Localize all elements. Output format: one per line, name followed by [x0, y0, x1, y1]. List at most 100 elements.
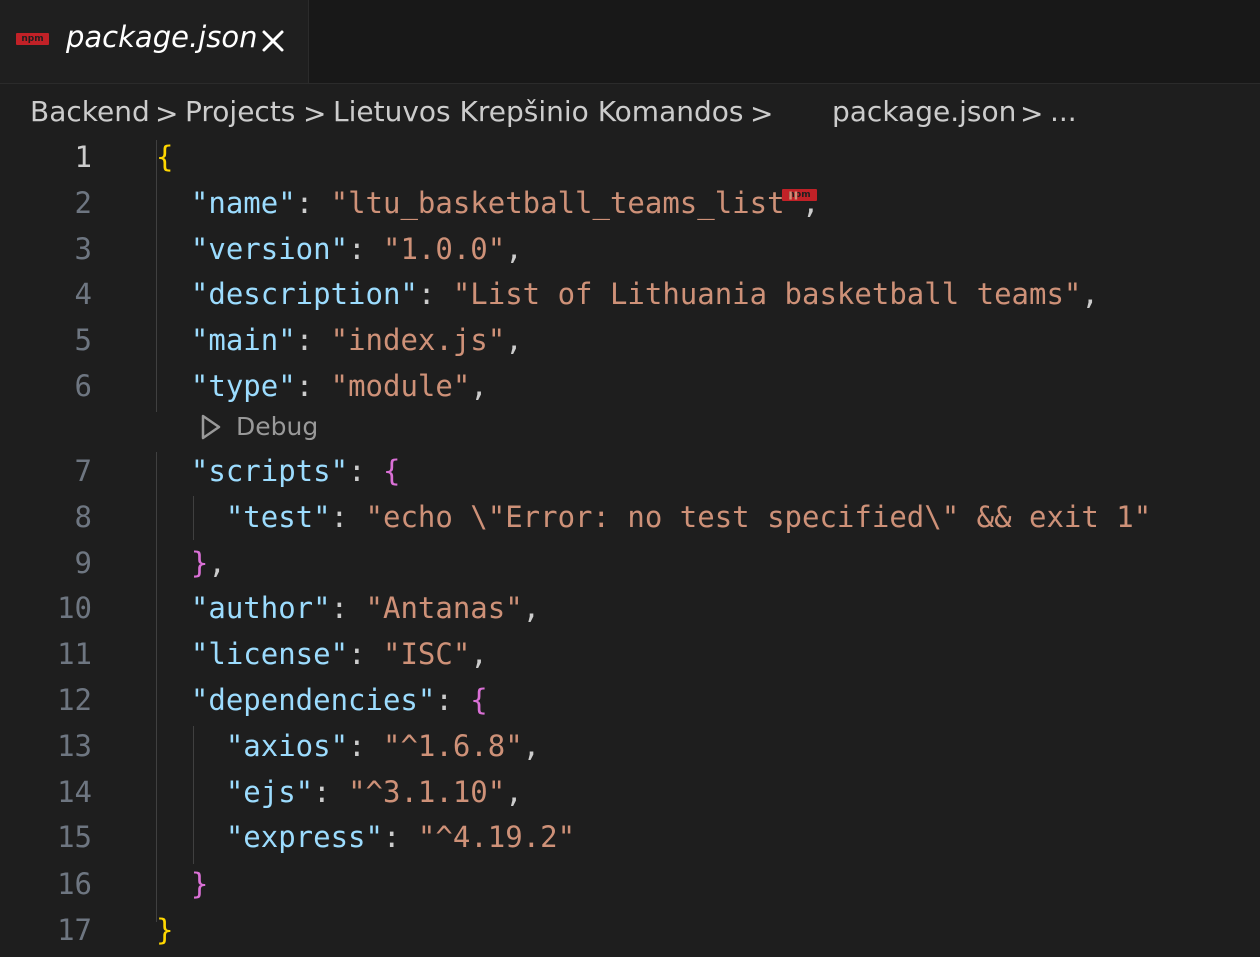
code-line[interactable]: "license": "ISC",	[156, 637, 488, 671]
json-string: "module"	[330, 369, 471, 403]
play-icon	[201, 414, 221, 439]
breadcrumb-separator: >	[303, 97, 327, 130]
code-line[interactable]: "express": "^4.19.2"	[156, 820, 575, 854]
line-number: 1	[74, 140, 92, 174]
code-line[interactable]: "type": "module",	[156, 369, 488, 403]
json-string: "^1.6.8"	[382, 729, 523, 763]
code-line[interactable]: {	[156, 140, 173, 174]
json-punctuation	[156, 454, 191, 488]
json-punctuation: ,	[522, 591, 541, 625]
json-string: "index.js"	[330, 323, 506, 357]
close-icon[interactable]	[258, 26, 288, 56]
code-line[interactable]: }	[156, 913, 173, 947]
json-punctuation: ,	[505, 323, 523, 357]
json-punctuation: :	[417, 277, 453, 311]
json-brace: {	[470, 683, 488, 717]
line-number: 3	[74, 232, 92, 266]
json-punctuation	[156, 323, 191, 357]
npm-icon: npm	[16, 33, 49, 45]
line-number: 12	[57, 683, 92, 717]
json-string: "ISC"	[382, 637, 471, 671]
json-punctuation: :	[348, 232, 383, 266]
tab-bar: npm package.json	[0, 0, 1260, 84]
line-number: 7	[74, 454, 92, 488]
tab-package-json[interactable]: npm package.json	[0, 0, 309, 83]
code-line[interactable]: "ejs": "^3.1.10",	[156, 775, 523, 809]
json-punctuation	[156, 500, 226, 534]
json-punctuation: :	[348, 729, 383, 763]
code-line[interactable]: "dependencies": {	[156, 683, 488, 717]
code-line[interactable]: },	[156, 546, 226, 580]
json-punctuation	[156, 546, 191, 580]
indent-guide	[156, 452, 157, 922]
json-punctuation: ,	[505, 775, 523, 809]
json-string: "echo \"Error: no test specified\" && ex…	[365, 500, 1152, 534]
json-punctuation: ,	[505, 232, 523, 266]
json-punctuation: :	[348, 637, 383, 671]
json-punctuation: :	[295, 323, 331, 357]
code-editor[interactable]: 1 2 3 4 5 6 7 8 9 10 11 12 13 14 15 16 17 { "name": "ltu…	[0, 138, 1260, 957]
json-key: "axios"	[225, 729, 349, 763]
json-punctuation: :	[295, 369, 331, 403]
debug-codelens[interactable]: Debug	[200, 412, 318, 441]
debug-label: Debug	[236, 412, 319, 441]
line-number: 5	[74, 323, 92, 357]
code-line[interactable]: "test": "echo \"Error: no test specified…	[156, 500, 1151, 534]
line-number: 16	[57, 867, 92, 901]
line-number: 9	[74, 546, 92, 580]
indent-guide	[156, 140, 157, 412]
line-number: 8	[74, 500, 92, 534]
json-punctuation	[156, 591, 191, 625]
code-line[interactable]: "version": "1.0.0",	[156, 232, 523, 266]
line-number: 13	[57, 729, 92, 763]
json-punctuation: :	[330, 591, 366, 625]
line-number: 11	[57, 637, 92, 671]
code-line[interactable]: "axios": "^1.6.8",	[156, 729, 540, 763]
json-punctuation	[156, 729, 226, 763]
breadcrumb-item-folder[interactable]: Lietuvos Krepšinio Komandos	[333, 95, 743, 128]
json-punctuation: :	[295, 186, 331, 220]
json-brace: }	[156, 913, 174, 947]
code-line[interactable]: "name": "ltu_basketball_teams_list",	[156, 186, 820, 220]
json-punctuation	[156, 683, 191, 717]
line-number: 14	[57, 775, 92, 809]
breadcrumb-separator: >	[750, 97, 774, 130]
json-string: "ltu_basketball_teams_list"	[330, 186, 803, 220]
json-string: "^4.19.2"	[417, 820, 576, 854]
json-key: "express"	[225, 820, 383, 854]
breadcrumb-item-more[interactable]: ...	[1050, 95, 1077, 128]
json-punctuation: ,	[1081, 277, 1099, 311]
json-punctuation	[156, 775, 226, 809]
code-line[interactable]: "main": "index.js",	[156, 323, 523, 357]
json-key: "main"	[190, 323, 296, 357]
breadcrumb-separator: >	[1020, 97, 1044, 130]
json-brace: {	[382, 454, 401, 488]
code-line[interactable]: "scripts": {	[156, 454, 401, 488]
breadcrumb-item-projects[interactable]: Projects	[185, 95, 295, 128]
json-punctuation	[156, 637, 191, 671]
json-key: "type"	[190, 369, 296, 403]
json-punctuation: :	[313, 775, 349, 809]
breadcrumb-item-backend[interactable]: Backend	[30, 95, 150, 128]
code-line[interactable]: "description": "List of Lithuania basket…	[156, 277, 1099, 311]
code-line[interactable]: "author": "Antanas",	[156, 591, 540, 625]
json-punctuation	[156, 369, 191, 403]
json-key: "name"	[190, 186, 296, 220]
breadcrumb-item-file[interactable]: package.json	[832, 95, 1016, 128]
breadcrumb: Backend > Projects > Lietuvos Krepšinio …	[0, 84, 1260, 201]
json-key: "author"	[190, 591, 331, 625]
json-string: "List of Lithuania basketball teams"	[452, 277, 1082, 311]
json-punctuation: ,	[802, 186, 820, 220]
indent-guide	[193, 726, 194, 864]
json-key: "test"	[225, 500, 331, 534]
json-key: "scripts"	[190, 454, 349, 488]
line-number: 2	[74, 186, 92, 220]
line-number: 17	[57, 913, 92, 947]
json-punctuation	[156, 186, 191, 220]
json-punctuation: :	[348, 454, 383, 488]
code-line[interactable]: }	[156, 867, 208, 901]
json-punctuation	[156, 277, 191, 311]
json-punctuation: :	[382, 820, 418, 854]
json-punctuation	[156, 232, 191, 266]
breadcrumb-separator: >	[155, 97, 179, 130]
